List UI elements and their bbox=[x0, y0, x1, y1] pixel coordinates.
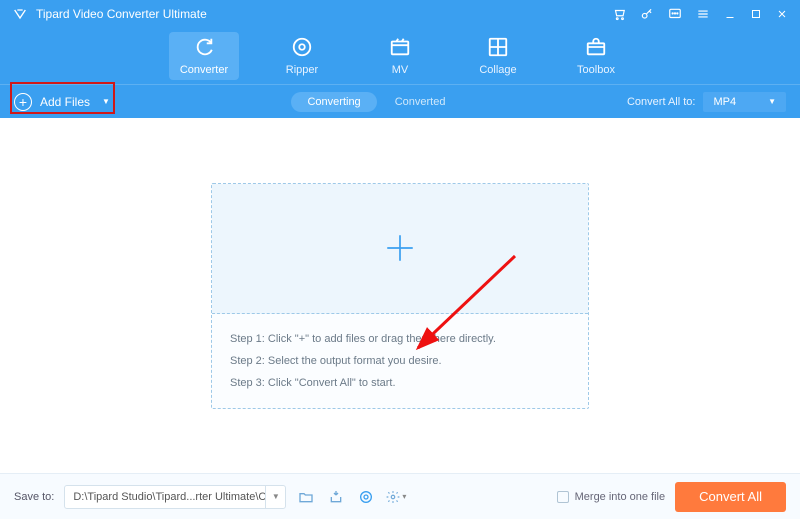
add-files-label: Add Files bbox=[40, 95, 90, 109]
convert-all-to: Convert All to: MP4 ▼ bbox=[627, 92, 786, 112]
open-folder-button[interactable] bbox=[296, 487, 316, 507]
tab-mv[interactable]: MV bbox=[365, 32, 435, 80]
main-tabs: Converter Ripper MV Collage Toolbox bbox=[0, 28, 800, 84]
app-logo-icon bbox=[12, 6, 28, 22]
instructions: Step 1: Click "+" to add files or drag t… bbox=[212, 314, 588, 408]
plus-circle-icon: + bbox=[14, 93, 32, 111]
drop-zone: Step 1: Click "+" to add files or drag t… bbox=[211, 183, 589, 409]
tab-collage[interactable]: Collage bbox=[463, 32, 533, 80]
tab-toolbox[interactable]: Toolbox bbox=[561, 32, 631, 80]
gpu-accel-button[interactable] bbox=[356, 487, 376, 507]
feedback-icon[interactable] bbox=[668, 7, 682, 21]
status-filter: Converting Converted bbox=[291, 92, 445, 112]
tab-label: Ripper bbox=[286, 64, 318, 76]
app-title: Tipard Video Converter Ultimate bbox=[36, 7, 207, 21]
convert-all-button[interactable]: Convert All bbox=[675, 482, 786, 512]
app-header: Tipard Video Converter Ultimate Converte… bbox=[0, 0, 800, 118]
cart-icon[interactable] bbox=[612, 7, 626, 21]
step-1: Step 1: Click "+" to add files or drag t… bbox=[230, 328, 570, 350]
checkbox-icon bbox=[557, 491, 569, 503]
add-files-dropzone[interactable] bbox=[212, 184, 588, 314]
output-format-select[interactable]: MP4 ▼ bbox=[703, 92, 786, 112]
tab-label: MV bbox=[392, 64, 409, 76]
chevron-down-icon[interactable]: ▼ bbox=[265, 486, 285, 508]
save-path-field[interactable]: D:\Tipard Studio\Tipard...rter Ultimate\… bbox=[64, 485, 286, 509]
sub-toolbar: + Add Files ▼ Converting Converted Conve… bbox=[0, 84, 800, 118]
step-2: Step 2: Select the output format you des… bbox=[230, 350, 570, 372]
tab-label: Toolbox bbox=[577, 64, 615, 76]
save-to-label: Save to: bbox=[14, 491, 54, 503]
tab-label: Converter bbox=[180, 64, 228, 76]
main-content: Step 1: Click "+" to add files or drag t… bbox=[0, 118, 800, 473]
close-icon[interactable] bbox=[776, 8, 788, 20]
tab-converter[interactable]: Converter bbox=[169, 32, 239, 80]
maximize-icon[interactable] bbox=[750, 8, 762, 20]
key-icon[interactable] bbox=[640, 7, 654, 21]
converting-pill[interactable]: Converting bbox=[291, 92, 376, 112]
format-value: MP4 bbox=[713, 96, 736, 108]
add-files-button[interactable]: + Add Files ▼ bbox=[14, 93, 110, 111]
save-path-value: D:\Tipard Studio\Tipard...rter Ultimate\… bbox=[65, 491, 265, 503]
chevron-down-icon: ▼ bbox=[102, 97, 110, 106]
menu-icon[interactable] bbox=[696, 7, 710, 21]
plus-icon bbox=[383, 231, 417, 265]
title-bar: Tipard Video Converter Ultimate bbox=[0, 0, 800, 28]
minimize-icon[interactable] bbox=[724, 8, 736, 20]
merge-label: Merge into one file bbox=[575, 491, 666, 503]
converted-pill[interactable]: Converted bbox=[395, 96, 446, 108]
chevron-down-icon: ▼ bbox=[768, 97, 776, 106]
tab-ripper[interactable]: Ripper bbox=[267, 32, 337, 80]
tab-label: Collage bbox=[479, 64, 516, 76]
convert-all-label: Convert All to: bbox=[627, 96, 695, 108]
settings-button[interactable]: ▾ bbox=[386, 487, 406, 507]
merge-checkbox[interactable]: Merge into one file bbox=[557, 491, 666, 503]
footer-bar: Save to: D:\Tipard Studio\Tipard...rter … bbox=[0, 473, 800, 519]
convert-all-label: Convert All bbox=[699, 489, 762, 504]
step-3: Step 3: Click "Convert All" to start. bbox=[230, 372, 570, 394]
snapshot-button[interactable] bbox=[326, 487, 346, 507]
